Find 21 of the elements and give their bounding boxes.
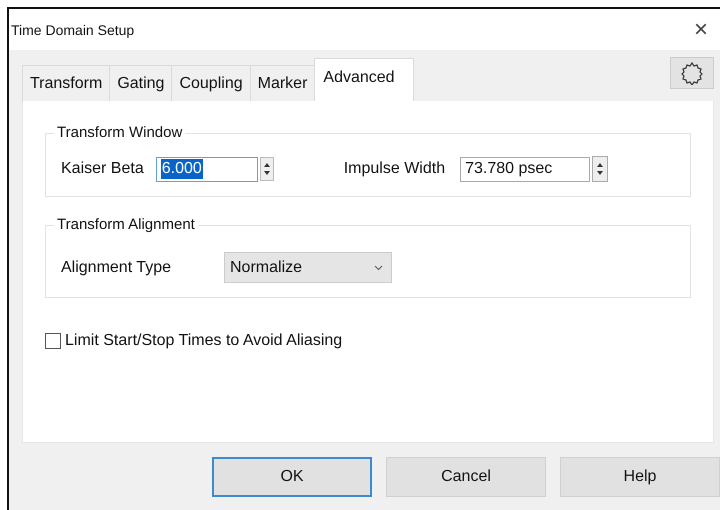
input-field[interactable]: 6.000 <box>156 156 258 182</box>
spinner-icon[interactable] <box>592 156 608 182</box>
settings-button[interactable] <box>670 57 714 89</box>
spinner-icon[interactable] <box>260 157 274 181</box>
checkbox-label: Limit Start/Stop Times to Avoid Aliasing <box>65 332 342 350</box>
input-field[interactable]: 73.780 psec <box>460 156 590 182</box>
settings-icon <box>680 61 704 85</box>
tab[interactable]: Advanced <box>314 58 414 101</box>
close-button[interactable]: × <box>686 16 716 44</box>
dialog-button[interactable]: Cancel <box>386 457 546 497</box>
alignment-dropdown[interactable]: Normalize <box>224 252 392 283</box>
chevron-icon <box>374 264 383 270</box>
dialog-button[interactable]: OK <box>212 457 372 497</box>
field-label: Kaiser Beta <box>61 160 144 178</box>
tab[interactable]: Transform <box>22 65 110 101</box>
checkbox[interactable] <box>45 333 61 349</box>
group-title: Transform Alignment <box>54 216 198 233</box>
window-title: Time Domain Setup <box>11 22 134 38</box>
field-label: Impulse Width <box>344 160 446 178</box>
dialog-button[interactable]: Help <box>560 457 720 497</box>
field-label: Alignment Type <box>61 258 172 276</box>
